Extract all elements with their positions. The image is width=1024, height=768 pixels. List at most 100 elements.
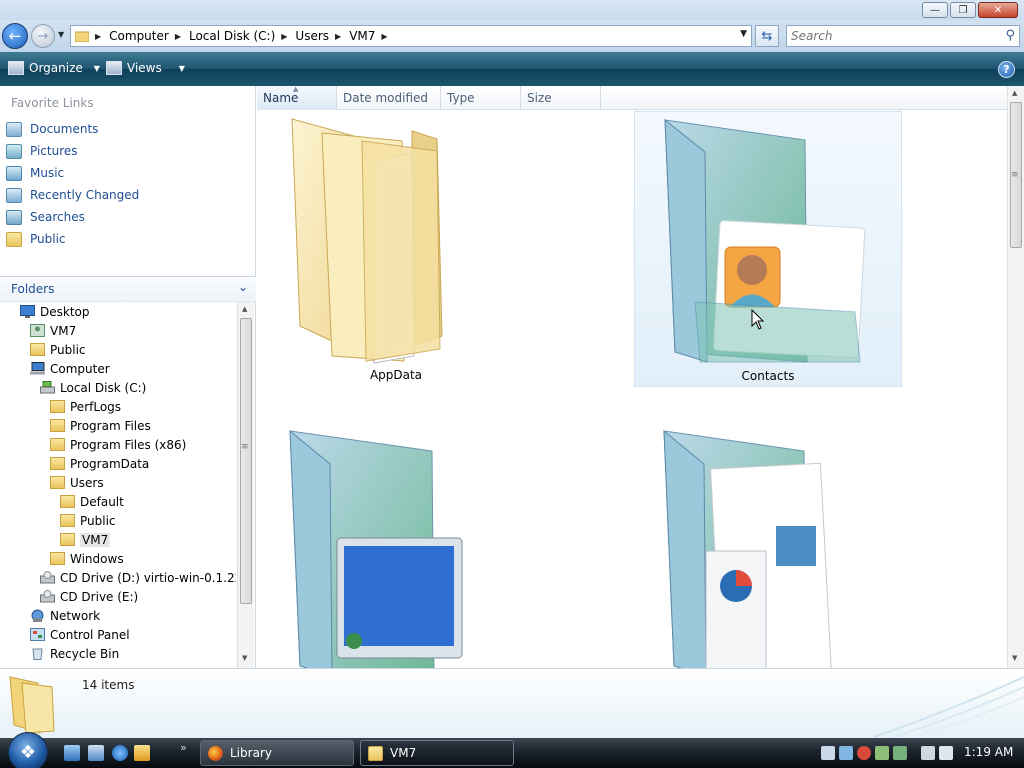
favorite-music[interactable]: Music bbox=[6, 162, 139, 184]
media-player-icon[interactable] bbox=[134, 745, 150, 761]
tree-item-desktop[interactable]: Desktop bbox=[20, 302, 90, 321]
minimize-button[interactable]: — bbox=[922, 2, 948, 18]
content-pane: ▲ Name Date modified Type Size AppData C… bbox=[257, 85, 1024, 668]
recent-pages-dropdown[interactable]: ▼ bbox=[58, 30, 64, 39]
close-button[interactable]: ✕ bbox=[978, 2, 1018, 18]
tree-item-perflogs[interactable]: PerfLogs bbox=[50, 397, 121, 416]
breadcrumb-computer[interactable]: Computer ▶ bbox=[109, 29, 189, 43]
tree-item-windows[interactable]: Windows bbox=[50, 549, 124, 568]
address-dropdown-icon[interactable]: ▼ bbox=[740, 29, 747, 39]
back-button[interactable]: ← bbox=[2, 23, 28, 49]
tree-item-vm7-selected[interactable]: VM7 bbox=[60, 530, 111, 549]
search-input[interactable] bbox=[787, 26, 987, 46]
tray-device-icon[interactable] bbox=[893, 746, 907, 760]
column-header-row: ▲ Name Date modified Type Size bbox=[257, 85, 1007, 110]
tree-item-computer[interactable]: Computer bbox=[30, 359, 110, 378]
search-icon[interactable]: ⚲ bbox=[1005, 28, 1015, 43]
clock[interactable]: 1:19 AM bbox=[964, 745, 1013, 759]
breadcrumb-arrow-icon[interactable]: ▶ bbox=[335, 32, 341, 41]
breadcrumb-arrow-icon[interactable]: ▶ bbox=[281, 32, 287, 41]
favorite-recently-changed[interactable]: Recently Changed bbox=[6, 184, 139, 206]
help-button[interactable]: ? bbox=[998, 61, 1015, 78]
favorite-documents[interactable]: Documents bbox=[6, 118, 139, 140]
tree-item-network[interactable]: Network bbox=[30, 606, 100, 625]
favorite-searches[interactable]: Searches bbox=[6, 206, 139, 228]
column-name[interactable]: ▲ Name bbox=[257, 85, 337, 110]
folder-icon bbox=[9, 676, 55, 734]
favorite-public[interactable]: Public bbox=[6, 228, 139, 250]
tree-item-recycle-bin[interactable]: Recycle Bin bbox=[30, 644, 119, 663]
quick-launch-more-icon[interactable]: » bbox=[180, 741, 187, 754]
scroll-grip-icon: ≡ bbox=[1011, 170, 1019, 180]
content-scrollbar[interactable]: ▲ ≡ ▼ bbox=[1007, 86, 1024, 668]
tree-item-users-public[interactable]: Public bbox=[60, 511, 116, 530]
tree-item-vm7-user[interactable]: VM7 bbox=[30, 321, 76, 340]
tree-item-default[interactable]: Default bbox=[60, 492, 124, 511]
column-type[interactable]: Type bbox=[441, 86, 521, 110]
breadcrumb-arrow-icon[interactable]: ▶ bbox=[175, 32, 181, 41]
tree-item-cd-drive-d[interactable]: CD Drive (D:) virtio-win-0.1.225 bbox=[40, 568, 236, 587]
folder-item-documents[interactable] bbox=[634, 426, 902, 668]
breadcrumb-local-disk[interactable]: Local Disk (C:) ▶ bbox=[189, 29, 295, 43]
start-button[interactable]: ❖ bbox=[8, 732, 48, 768]
column-size[interactable]: Size bbox=[521, 86, 601, 110]
scroll-up-icon[interactable]: ▲ bbox=[242, 305, 247, 313]
forward-button[interactable]: → bbox=[31, 24, 55, 48]
show-desktop-icon[interactable] bbox=[64, 745, 80, 761]
breadcrumb-users[interactable]: Users ▶ bbox=[295, 29, 349, 43]
tree-item-public[interactable]: Public bbox=[30, 340, 86, 359]
back-arrow-icon: ← bbox=[8, 27, 22, 45]
folder-icon bbox=[60, 514, 75, 527]
switch-windows-icon[interactable] bbox=[88, 745, 104, 761]
tray-network-icon[interactable] bbox=[839, 746, 853, 760]
maximize-button[interactable]: ❐ bbox=[950, 2, 976, 18]
chevron-down-icon: ▼ bbox=[93, 63, 100, 73]
tree-item-users[interactable]: Users bbox=[50, 473, 104, 492]
refresh-button[interactable]: ⇆ bbox=[755, 25, 779, 47]
folder-icon bbox=[50, 419, 65, 432]
tray-update-icon[interactable] bbox=[875, 746, 889, 760]
details-pane: 14 items bbox=[0, 668, 1024, 738]
chevron-down-icon: ▼ bbox=[178, 63, 185, 73]
tree-item-cd-drive-e[interactable]: CD Drive (E:) bbox=[40, 587, 138, 606]
breadcrumb-vm7[interactable]: VM7 ▶ bbox=[349, 29, 395, 43]
tree-item-program-files-x86[interactable]: Program Files (x86) bbox=[50, 435, 186, 454]
organize-button[interactable]: Organize ▼ bbox=[8, 61, 100, 75]
folder-tree-scroll-thumb[interactable] bbox=[240, 318, 252, 604]
scroll-down-icon[interactable]: ▼ bbox=[1012, 654, 1017, 662]
folder-item-contacts[interactable]: Contacts bbox=[634, 111, 902, 387]
folders-header[interactable]: Folders ⌄ bbox=[0, 276, 256, 302]
tray-app-icon[interactable] bbox=[821, 746, 835, 760]
scroll-up-icon[interactable]: ▲ bbox=[1012, 89, 1017, 97]
taskbar-button-vm7[interactable]: VM7 bbox=[360, 740, 514, 766]
search-box[interactable]: ⚲ bbox=[786, 25, 1020, 47]
folder-tree: Desktop VM7 Public Computer Local Disk (… bbox=[0, 302, 236, 668]
column-date-modified[interactable]: Date modified bbox=[337, 86, 441, 110]
tree-item-control-panel[interactable]: Control Panel bbox=[30, 625, 130, 644]
scroll-down-icon[interactable]: ▼ bbox=[242, 654, 247, 662]
volume-muted-icon[interactable] bbox=[939, 746, 953, 760]
breadcrumb-arrow-icon[interactable]: ▶ bbox=[381, 32, 387, 41]
address-bar[interactable]: ▶ Computer ▶ Local Disk (C:) ▶ Users ▶ VM7 ▶… bbox=[70, 25, 752, 47]
folder-tree-scrollbar[interactable]: ▲ ≡ ▼ bbox=[237, 302, 254, 668]
views-button[interactable]: Views ▼ bbox=[106, 61, 185, 75]
tree-item-programdata[interactable]: ProgramData bbox=[50, 454, 149, 473]
tray-security-alert-icon[interactable] bbox=[857, 746, 871, 760]
searches-icon bbox=[6, 209, 22, 225]
firefox-icon bbox=[208, 745, 223, 761]
folder-item-desktop[interactable] bbox=[262, 426, 530, 668]
taskbar-button-library[interactable]: Library bbox=[200, 740, 354, 766]
documents-folder-icon bbox=[663, 429, 832, 668]
favorite-pictures[interactable]: Pictures bbox=[6, 140, 139, 162]
internet-explorer-icon[interactable] bbox=[112, 745, 128, 761]
folder-item-appdata[interactable]: AppData bbox=[262, 111, 530, 387]
music-icon bbox=[6, 165, 22, 181]
recently-changed-icon bbox=[6, 187, 22, 203]
chevron-down-icon[interactable]: ⌄ bbox=[238, 280, 248, 294]
pictures-icon bbox=[6, 143, 22, 159]
tree-item-program-files[interactable]: Program Files bbox=[50, 416, 151, 435]
folder-icon bbox=[50, 457, 65, 470]
scroll-grip-icon: ≡ bbox=[241, 442, 249, 452]
tree-item-local-disk[interactable]: Local Disk (C:) bbox=[40, 378, 146, 397]
tray-connection-icon[interactable] bbox=[921, 746, 935, 760]
